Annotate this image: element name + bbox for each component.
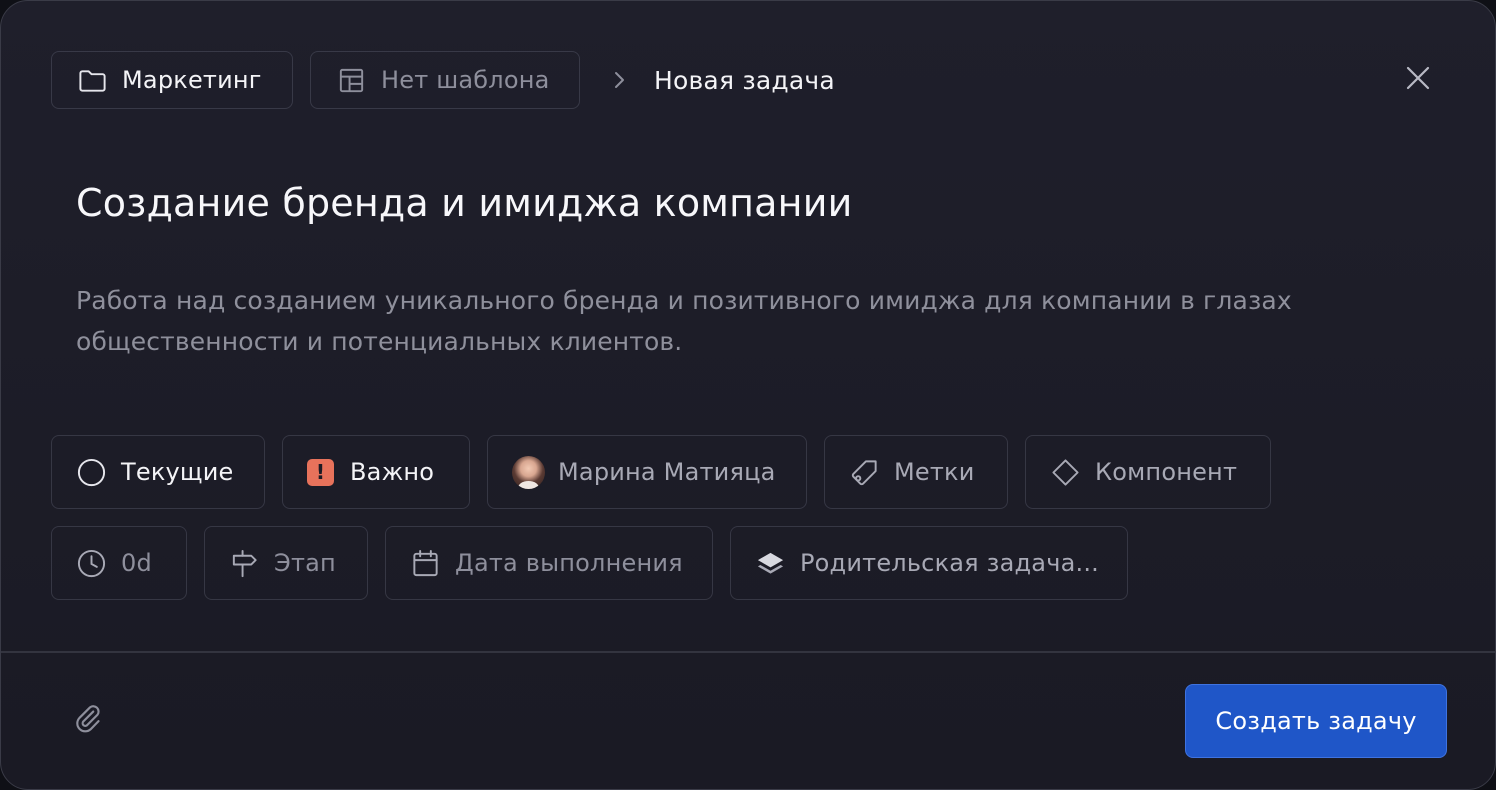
status-button[interactable]: Текущие (51, 435, 265, 509)
properties-row-secondary: 0d Этап Дата выполнения Родительская зад… (51, 526, 1128, 600)
stage-label: Этап (274, 549, 336, 577)
paperclip-icon (72, 702, 106, 740)
component-label: Компонент (1095, 458, 1238, 486)
assignee-label: Марина Матияца (558, 458, 776, 486)
chevron-right-icon (608, 69, 630, 91)
assignee-button[interactable]: Марина Матияца (487, 435, 807, 509)
layout-template-icon (336, 65, 367, 96)
calendar-icon (410, 548, 441, 579)
estimate-label: 0d (121, 549, 152, 577)
close-button[interactable] (1401, 63, 1435, 97)
template-selector[interactable]: Нет шаблона (310, 51, 580, 109)
template-label: Нет шаблона (381, 66, 550, 94)
tag-icon (849, 457, 880, 488)
priority-button[interactable]: ! Важно (282, 435, 470, 509)
priority-label: Важно (350, 458, 435, 486)
labels-button[interactable]: Метки (824, 435, 1008, 509)
avatar (512, 455, 545, 489)
folder-icon (77, 65, 108, 96)
task-title-input[interactable]: Создание бренда и имиджа компании (76, 181, 853, 225)
layers-icon (755, 548, 786, 579)
clock-icon (76, 548, 107, 579)
close-icon (1405, 65, 1431, 95)
project-selector[interactable]: Маркетинг (51, 51, 293, 109)
due-date-label: Дата выполнения (455, 549, 683, 577)
exclamation-badge-icon: ! (307, 458, 334, 486)
new-task-dialog: Маркетинг Нет шаблона Новая задача Созда… (0, 0, 1496, 790)
dialog-header: Маркетинг Нет шаблона Новая задача (51, 51, 835, 109)
diamond-icon (1050, 457, 1081, 488)
signpost-icon (229, 548, 260, 579)
properties-row-primary: Текущие ! Важно Марина Матияца Метки Ком… (51, 435, 1271, 509)
parent-task-button[interactable]: Родительская задача... (730, 526, 1128, 600)
breadcrumb-current: Новая задача (654, 65, 835, 95)
task-description-input[interactable]: Работа над созданием уникального бренда … (76, 280, 1376, 362)
component-button[interactable]: Компонент (1025, 435, 1271, 509)
project-label: Маркетинг (122, 66, 262, 94)
circle-status-icon (76, 457, 107, 488)
status-label: Текущие (121, 458, 234, 486)
attach-button[interactable] (71, 703, 107, 739)
stage-button[interactable]: Этап (204, 526, 368, 600)
labels-label: Метки (894, 458, 975, 486)
footer-divider (1, 651, 1495, 653)
create-task-button[interactable]: Создать задачу (1185, 684, 1447, 758)
due-date-button[interactable]: Дата выполнения (385, 526, 713, 600)
estimate-button[interactable]: 0d (51, 526, 187, 600)
parent-task-label: Родительская задача... (800, 549, 1099, 577)
